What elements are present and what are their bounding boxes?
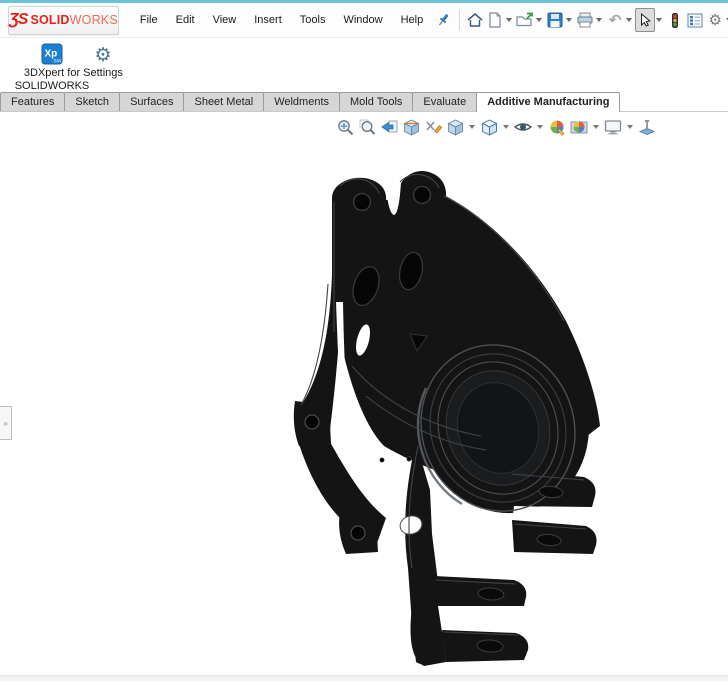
menu-tools[interactable]: Tools	[291, 10, 335, 30]
tab-mold-tools[interactable]: Mold Tools	[339, 92, 413, 111]
model-3d[interactable]	[266, 154, 611, 681]
model-svg[interactable]	[266, 154, 611, 681]
print-icon[interactable]	[575, 8, 595, 32]
heads-up-toolbar	[334, 115, 658, 139]
settings-gear-icon: ⚙	[94, 46, 111, 65]
undo-dropdown[interactable]	[626, 18, 632, 22]
collapse-chevron-icon: »	[3, 419, 7, 428]
traffic-light-icon[interactable]	[665, 8, 685, 32]
section-view-icon[interactable]	[400, 115, 422, 139]
open-icon[interactable]	[515, 8, 535, 32]
pin-icon[interactable]	[434, 8, 454, 32]
dynamic-annotation-views-icon[interactable]	[422, 115, 444, 139]
toolbar-separator	[459, 10, 460, 30]
menu-insert[interactable]: Insert	[245, 10, 291, 30]
graphics-viewport[interactable]: »	[0, 112, 728, 681]
hide-show-items-dropdown[interactable]	[537, 125, 543, 129]
tab-weldments[interactable]: Weldments	[263, 92, 340, 111]
hide-show-items-icon[interactable]	[512, 115, 534, 139]
save-icon[interactable]	[545, 8, 565, 32]
logo-text-solid: SOLID	[30, 13, 69, 27]
command-tabs: Features Sketch Surfaces Sheet Metal Wel…	[0, 91, 728, 112]
home-icon[interactable]	[465, 8, 485, 32]
view-orientation-dropdown[interactable]	[469, 125, 475, 129]
addin-ribbon: Xp sw 3DXpert for SOLIDWORKS ⚙ Settings	[0, 38, 728, 91]
zoom-to-fit-icon[interactable]	[334, 115, 356, 139]
settings-label: Settings	[58, 67, 148, 80]
tab-surfaces[interactable]: Surfaces	[119, 92, 184, 111]
zoom-to-area-icon[interactable]	[356, 115, 378, 139]
open-dropdown[interactable]	[536, 18, 542, 22]
status-bar-edge	[0, 675, 728, 681]
new-document-icon[interactable]	[485, 8, 505, 32]
print-dropdown[interactable]	[596, 18, 602, 22]
tab-evaluate[interactable]: Evaluate	[412, 92, 477, 111]
undo-icon[interactable]: ↶	[605, 8, 625, 32]
menu-window[interactable]: Window	[334, 10, 391, 30]
tab-additive-manufacturing[interactable]: Additive Manufacturing	[476, 92, 620, 112]
apply-scene-icon[interactable]	[568, 115, 590, 139]
view-settings-icon[interactable]	[602, 115, 624, 139]
solidworks-logo: ƷS SOLIDWORKS	[8, 6, 119, 35]
ds-logo-mark: ƷS	[9, 11, 27, 29]
under-bore-gap	[436, 549, 510, 580]
feature-tree-collapse-tab[interactable]: »	[0, 406, 12, 440]
tab-sheet-metal[interactable]: Sheet Metal	[183, 92, 264, 111]
clevis-gap	[438, 606, 526, 632]
menu-help[interactable]: Help	[392, 10, 433, 30]
menu-view[interactable]: View	[204, 10, 246, 30]
previous-view-icon[interactable]	[378, 115, 400, 139]
view-orientation-icon[interactable]	[444, 115, 466, 139]
logo-text-works: WORKS	[70, 13, 118, 27]
new-document-dropdown[interactable]	[506, 18, 512, 22]
print-orientation-icon[interactable]	[636, 115, 658, 139]
options-gear-icon[interactable]: ⚙	[705, 8, 725, 32]
view-settings-dropdown[interactable]	[627, 125, 633, 129]
settings-button[interactable]: ⚙ Settings	[58, 41, 148, 80]
tab-sketch[interactable]: Sketch	[64, 92, 120, 111]
task-pane-icon[interactable]	[685, 8, 705, 32]
quick-access-toolbar: ↶ ⚙ S F..	[434, 8, 728, 32]
select-tool-dropdown[interactable]	[656, 18, 662, 22]
display-style-icon[interactable]	[478, 115, 500, 139]
main-menu: File Edit View Insert Tools Window Help	[131, 10, 432, 30]
menu-file[interactable]: File	[131, 10, 167, 30]
menu-edit[interactable]: Edit	[167, 10, 204, 30]
apply-scene-dropdown[interactable]	[593, 125, 599, 129]
tab-features[interactable]: Features	[0, 92, 65, 111]
display-style-dropdown[interactable]	[503, 125, 509, 129]
edit-appearance-icon[interactable]	[546, 115, 568, 139]
save-dropdown[interactable]	[566, 18, 572, 22]
select-tool-icon[interactable]	[635, 8, 655, 32]
menu-bar: ƷS SOLIDWORKS File Edit View Insert Tool…	[0, 3, 728, 38]
